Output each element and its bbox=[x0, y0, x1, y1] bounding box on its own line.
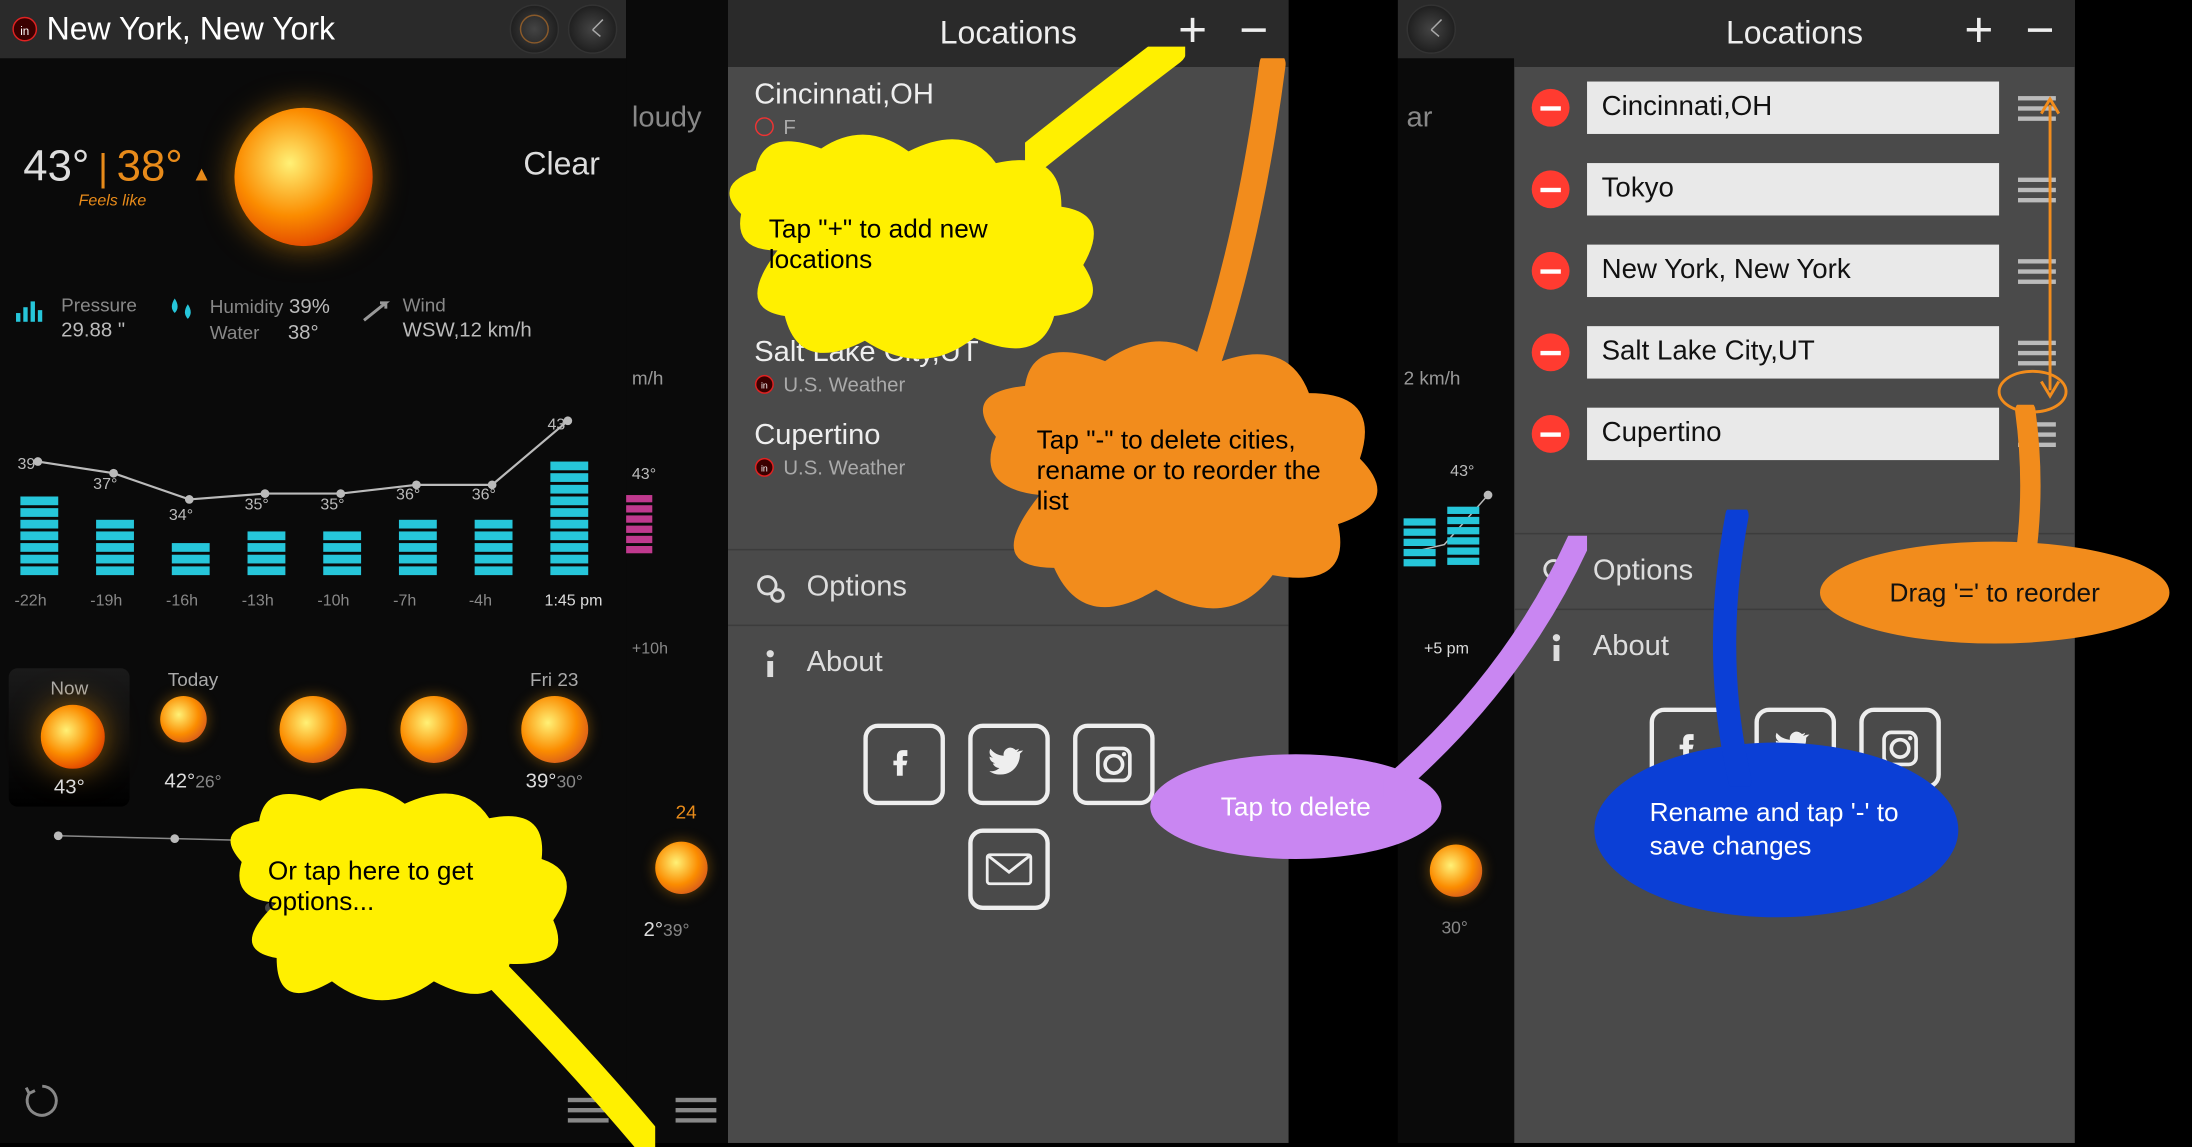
wind-icon bbox=[356, 294, 394, 326]
delete-button[interactable] bbox=[1532, 170, 1570, 208]
clock-icon[interactable] bbox=[568, 4, 618, 54]
mail-icon[interactable] bbox=[968, 828, 1050, 910]
delete-button[interactable] bbox=[1532, 252, 1570, 290]
refresh-icon[interactable] bbox=[20, 1079, 64, 1123]
hour-temp: 34° bbox=[169, 506, 193, 523]
location-name-field[interactable] bbox=[1587, 245, 1999, 297]
location-name-field[interactable] bbox=[1587, 326, 1999, 378]
hour-label: -16h bbox=[166, 593, 198, 610]
trend-up-icon: ▲ bbox=[191, 162, 211, 185]
provider-badge-icon: in bbox=[12, 16, 38, 42]
forecast-row[interactable]: Now 43° Today 42°26° Fri 23 39°30° bbox=[0, 660, 626, 807]
location-name-field[interactable] bbox=[1587, 408, 1999, 460]
hour-label: -7h bbox=[393, 593, 416, 610]
delete-button[interactable] bbox=[1532, 415, 1570, 453]
top-bar: in New York, New York bbox=[0, 0, 626, 58]
temp-actual: 43° bbox=[23, 143, 89, 193]
location-name-field[interactable] bbox=[1587, 82, 1999, 134]
instagram-icon[interactable] bbox=[1072, 724, 1154, 806]
edit-locations-button[interactable]: − bbox=[1239, 6, 1268, 56]
temp-feels: 38° bbox=[117, 143, 183, 193]
edit-location-row bbox=[1514, 230, 2075, 312]
hour-label: 1:45 pm bbox=[545, 593, 603, 610]
gear-icon bbox=[754, 571, 786, 603]
edit-location-row bbox=[1514, 67, 2075, 149]
callout-drag-reorder: Drag '=' to reorder bbox=[1820, 542, 2169, 644]
hour-temp: 36° bbox=[472, 486, 496, 503]
delete-button[interactable] bbox=[1532, 89, 1570, 127]
hour-temp: 39° bbox=[17, 456, 41, 473]
hour-temp: 36° bbox=[396, 486, 420, 503]
sun-icon bbox=[235, 107, 373, 245]
hero-section: 43° | 38° ▲ Feels like Clear bbox=[0, 58, 626, 276]
radar-icon[interactable] bbox=[510, 4, 560, 54]
reorder-arrow-icon bbox=[2033, 87, 2068, 407]
hour-temp: 37° bbox=[93, 476, 117, 493]
hour-label: -13h bbox=[242, 593, 274, 610]
forecast-day[interactable]: Today 42°26° bbox=[136, 668, 251, 792]
callout-tap-delete: Tap to delete bbox=[1150, 754, 1441, 859]
hour-temp: 43° bbox=[547, 416, 571, 433]
hour-label: -4h bbox=[469, 593, 492, 610]
hour-label: -22h bbox=[15, 593, 47, 610]
pressure-icon bbox=[15, 294, 53, 326]
forecast-day[interactable] bbox=[256, 668, 371, 792]
menu-icon[interactable] bbox=[676, 1098, 717, 1123]
callout-delete-reorder: Tap "-" to delete cities, rename or to r… bbox=[967, 335, 1389, 641]
hour-temp: 35° bbox=[320, 496, 344, 513]
forecast-now[interactable]: Now 43° bbox=[9, 668, 130, 806]
humidity-icon bbox=[163, 294, 201, 326]
svg-text:in: in bbox=[20, 25, 29, 38]
hour-label: -19h bbox=[90, 593, 122, 610]
feels-like-label: Feels like bbox=[79, 192, 147, 209]
svg-text:in: in bbox=[761, 381, 768, 391]
callout-rename-save: Rename and tap '-' to save changes bbox=[1594, 743, 1958, 918]
clock-icon[interactable] bbox=[1406, 4, 1456, 54]
condition-text: Clear bbox=[523, 146, 600, 184]
forecast-day[interactable]: Fri 23 39°30° bbox=[497, 668, 612, 792]
delete-button[interactable] bbox=[1532, 333, 1570, 371]
twitter-icon[interactable] bbox=[968, 724, 1050, 806]
facebook-icon[interactable] bbox=[863, 724, 945, 806]
drawer-title: Locations bbox=[1726, 15, 1863, 53]
location-name-field[interactable] bbox=[1587, 163, 1999, 215]
drawer-header: Locations + − bbox=[1514, 0, 2075, 67]
hour-label: -10h bbox=[317, 593, 349, 610]
hour-temp: 35° bbox=[245, 496, 269, 513]
info-icon bbox=[754, 647, 786, 679]
done-editing-button[interactable]: − bbox=[2026, 6, 2055, 56]
edit-location-row bbox=[1514, 149, 2075, 231]
drawer-header: Locations + − bbox=[728, 0, 1289, 67]
callout-options-hint: Or tap here to get options... bbox=[218, 786, 567, 1019]
add-location-button[interactable]: + bbox=[1964, 6, 1993, 56]
edit-location-row bbox=[1514, 312, 2075, 394]
location-title: New York, New York bbox=[47, 10, 335, 48]
hourly-chart[interactable]: -22h -19h -16h -13h -10h -7h -4h 1:45 pm 39° 37°… bbox=[9, 377, 618, 610]
provider-icon: in bbox=[754, 457, 774, 477]
forecast-day[interactable] bbox=[377, 668, 492, 792]
svg-text:in: in bbox=[761, 464, 768, 474]
metrics-row: Pressure 29.88 " Humidity 39% Water 38° bbox=[0, 277, 626, 351]
